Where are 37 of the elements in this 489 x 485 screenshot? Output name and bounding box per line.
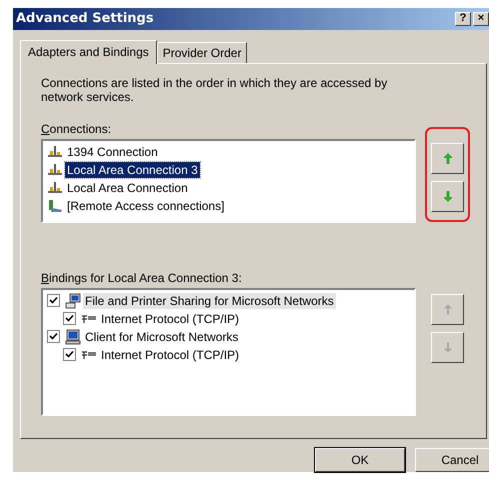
connection-name: Local Area Connection	[66, 180, 189, 196]
close-button[interactable]: ×	[473, 12, 489, 26]
checkbox[interactable]	[63, 348, 76, 362]
bindings-label: Bindings for Local Area Connection 3:	[41, 270, 243, 285]
up-arrow-icon	[442, 152, 452, 165]
connection-item[interactable]: [Remote Access connections]	[43, 196, 414, 215]
connection-item[interactable]: Local Area Connection	[43, 178, 414, 197]
binding-name[interactable]: Client for Microsoft Networks	[83, 328, 240, 345]
dialog-button[interactable]: OK	[315, 448, 405, 472]
down-arrow-icon	[442, 190, 452, 203]
up-arrow-icon	[442, 302, 452, 316]
checkbox[interactable]	[47, 330, 60, 344]
move-up-button[interactable]	[431, 142, 464, 174]
connections-label: Connections:	[41, 122, 112, 136]
tab[interactable]: Adapters and Bindings	[20, 40, 157, 64]
description-text: Connections are listed in the order in which they are accessed by network services.	[41, 76, 388, 104]
connection-item[interactable]: 1394 Connection	[43, 142, 414, 161]
tab[interactable]: Provider Order	[156, 42, 248, 63]
connection-name: 1394 Connection	[66, 144, 159, 160]
move-down-button[interactable]	[431, 180, 464, 212]
binding-name[interactable]: File and Printer Sharing for Microsoft Networks	[83, 292, 336, 309]
connection-item[interactable]: Local Area Connection 3	[43, 160, 414, 179]
binding-name[interactable]: Internet Protocol (TCP/IP)	[99, 346, 242, 363]
help-button[interactable]: ?	[455, 12, 471, 26]
network-icon	[47, 144, 63, 159]
connection-name: [Remote Access connections]	[66, 198, 226, 214]
connection-name: Local Area Connection 3	[65, 162, 200, 178]
dialog-button[interactable]: Cancel	[415, 448, 489, 472]
network-icon	[47, 180, 63, 195]
checkbox[interactable]	[63, 312, 76, 326]
down-arrow-icon	[442, 340, 452, 354]
checkbox[interactable]	[47, 294, 60, 308]
computer-icon	[65, 328, 81, 345]
network-icon	[47, 162, 63, 177]
window-title: Advanced Settings	[16, 11, 154, 26]
binding-name[interactable]: Internet Protocol (TCP/IP)	[99, 310, 242, 327]
computer-printer-icon	[65, 292, 81, 309]
